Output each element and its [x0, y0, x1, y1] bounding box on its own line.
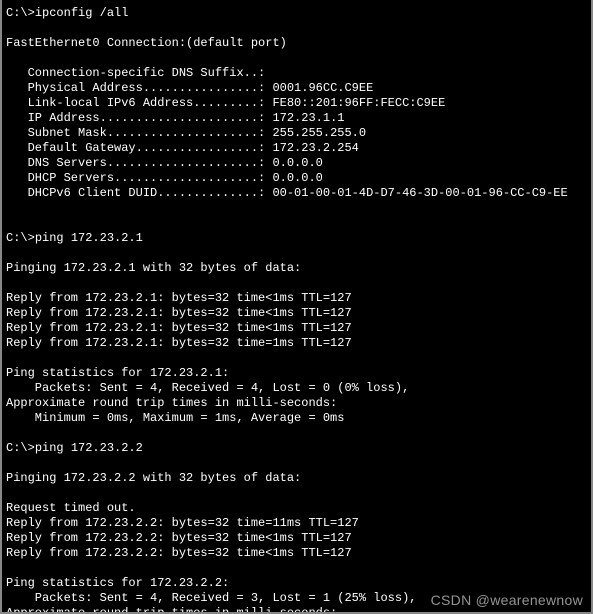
ping-approx: Approximate round trip times in milli-se… [6, 396, 337, 410]
ping-stats-header: Ping statistics for 172.23.2.2: [6, 576, 229, 590]
ping-stats-header: Ping statistics for 172.23.2.1: [6, 366, 229, 380]
prompt: C:\> [6, 6, 35, 20]
dhcp-value: 0.0.0.0 [272, 171, 322, 185]
ping-approx: Approximate round trip times in milli-se… [6, 606, 337, 614]
phys-addr-label: Physical Address................: [6, 81, 272, 95]
command-prompt-terminal[interactable]: C:\>ipconfig /all FastEthernet0 Connecti… [0, 0, 593, 614]
ping-timeout: Request timed out. [6, 501, 136, 515]
ping-reply: Reply from 172.23.2.1: bytes=32 time<1ms… [6, 321, 352, 335]
ping-packets: Packets: Sent = 4, Received = 3, Lost = … [6, 591, 416, 605]
ping-packets: Packets: Sent = 4, Received = 4, Lost = … [6, 381, 409, 395]
mask-label: Subnet Mask.....................: [6, 126, 272, 140]
ll-ipv6-label: Link-local IPv6 Address.........: [6, 96, 272, 110]
ping-reply: Reply from 172.23.2.1: bytes=32 time=1ms… [6, 336, 352, 350]
prompt: C:\> [6, 441, 35, 455]
interface-header: FastEthernet0 Connection:(default port) [6, 36, 287, 50]
ping-reply: Reply from 172.23.2.1: bytes=32 time<1ms… [6, 306, 352, 320]
duid-label: DHCPv6 Client DUID..............: [6, 186, 272, 200]
dhcp-label: DHCP Servers....................: [6, 171, 272, 185]
command-input: ping 172.23.2.1 [35, 231, 143, 245]
ping-reply: Reply from 172.23.2.1: bytes=32 time<1ms… [6, 291, 352, 305]
ping-header: Pinging 172.23.2.1 with 32 bytes of data… [6, 261, 301, 275]
ping-reply: Reply from 172.23.2.2: bytes=32 time<1ms… [6, 531, 352, 545]
ip-label: IP Address......................: [6, 111, 272, 125]
command-input: ping 172.23.2.2 [35, 441, 143, 455]
dns-value: 0.0.0.0 [272, 156, 322, 170]
mask-value: 255.255.255.0 [272, 126, 366, 140]
ping-reply: Reply from 172.23.2.2: bytes=32 time<1ms… [6, 546, 352, 560]
ping-reply: Reply from 172.23.2.2: bytes=32 time=11m… [6, 516, 359, 530]
duid-value: 00-01-00-01-4D-D7-46-3D-00-01-96-CC-C9-E… [272, 186, 567, 200]
dns-label: DNS Servers.....................: [6, 156, 272, 170]
ping-header: Pinging 172.23.2.2 with 32 bytes of data… [6, 471, 301, 485]
gw-label: Default Gateway.................: [6, 141, 272, 155]
dns-suffix-line: Connection-specific DNS Suffix..: [6, 66, 265, 80]
command-input: ipconfig /all [35, 6, 129, 20]
ping-times: Minimum = 0ms, Maximum = 1ms, Average = … [6, 411, 344, 425]
ip-value: 172.23.1.1 [272, 111, 344, 125]
prompt: C:\> [6, 231, 35, 245]
gw-value: 172.23.2.254 [272, 141, 358, 155]
ll-ipv6-value: FE80::201:96FF:FECC:C9EE [272, 96, 445, 110]
phys-addr-value: 0001.96CC.C9EE [272, 81, 373, 95]
